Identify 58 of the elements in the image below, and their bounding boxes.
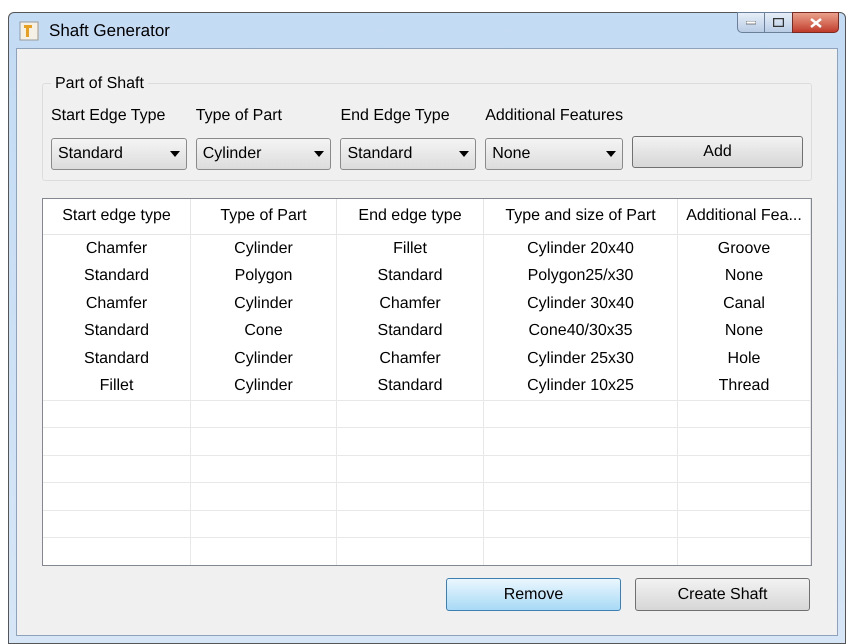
caret-icon [606, 151, 616, 157]
table-cell: None [678, 262, 811, 290]
table-cell: Chamfer [43, 290, 191, 318]
table-cell: Cone40/30x35 [484, 317, 678, 345]
close-button[interactable] [792, 12, 839, 33]
column-header[interactable]: Additional Fea... [678, 199, 811, 234]
table-cell: Standard [337, 317, 484, 345]
action-button[interactable]: Remove [446, 578, 621, 611]
table-cell: Cylinder [191, 290, 337, 318]
table-cell: Hole [678, 344, 811, 372]
table-cell: Cylinder [191, 344, 337, 372]
table-cell: Standard [43, 317, 191, 345]
window-title: Shaft Generator [49, 20, 170, 42]
column-header[interactable]: Type and size of Part [484, 199, 678, 234]
action-button[interactable]: Create Shaft [635, 578, 810, 611]
table-cell: Standard [337, 372, 484, 400]
column-header[interactable]: End edge type [337, 199, 484, 234]
table-cell: Cylinder 20x40 [484, 234, 678, 262]
caret-icon [170, 151, 180, 157]
table-cell: Standard [337, 262, 484, 290]
dropdown[interactable]: None [485, 138, 624, 170]
field-label: End Edge Type [340, 106, 450, 126]
minimize-icon [746, 20, 756, 24]
column-header[interactable]: Type of Part [191, 199, 337, 234]
app-icon [19, 20, 39, 40]
table-cell: None [678, 317, 811, 345]
table-cell: Cylinder [191, 372, 337, 400]
dropdown[interactable]: Cylinder [196, 138, 332, 170]
table-cell: Canal [678, 290, 811, 318]
table-cell: Chamfer [337, 344, 484, 372]
table-cell: Standard [43, 344, 191, 372]
field-label: Type of Part [196, 106, 282, 126]
caret-icon [314, 151, 324, 157]
table-cell: Polygon [191, 262, 337, 290]
table-cell: Cylinder 10x25 [484, 372, 678, 400]
minimize-button[interactable] [737, 12, 765, 33]
maximize-icon [773, 18, 784, 27]
table-cell: Cylinder 30x40 [484, 290, 678, 318]
column-header[interactable]: Start edge type [43, 199, 191, 234]
maximize-button[interactable] [765, 12, 792, 33]
table-cell: Fillet [43, 372, 191, 400]
table-cell: Chamfer [337, 290, 484, 318]
table-cell: Chamfer [43, 234, 191, 262]
close-icon [810, 18, 822, 28]
table-cell: Polygon25/x30 [484, 262, 678, 290]
add-button[interactable]: Add [632, 136, 803, 168]
dropdown[interactable]: Standard [340, 138, 476, 170]
table-cell: Cone [191, 317, 337, 345]
field-label: Additional Features [485, 106, 624, 126]
caret-icon [459, 151, 470, 157]
field-label: Start Edge Type [51, 106, 166, 126]
table-cell: Cylinder 25x30 [484, 344, 678, 372]
table-cell: Groove [678, 234, 811, 262]
table-cell: Fillet [337, 234, 484, 262]
table-cell: Thread [678, 372, 811, 400]
table-cell: Standard [43, 262, 191, 290]
dropdown[interactable]: Standard [51, 138, 187, 170]
table-cell: Cylinder [191, 234, 337, 262]
